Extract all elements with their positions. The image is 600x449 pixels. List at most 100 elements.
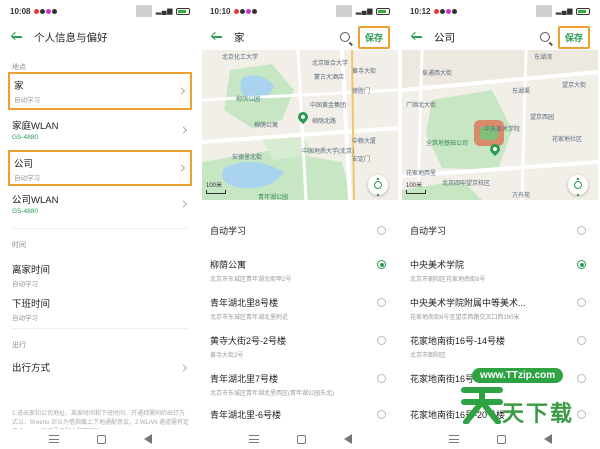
map-label: 北京化工大学 <box>222 55 259 61</box>
radio-icon[interactable] <box>377 226 386 235</box>
map-label: 蒙古大酒店 <box>314 75 345 81</box>
search-icon[interactable] <box>539 32 550 42</box>
radio-icon[interactable] <box>377 374 386 383</box>
signal-icon: ▂▄▆ <box>555 8 573 15</box>
poi-name: 青年湖北里-6号楼 <box>210 410 282 420</box>
off-work-row[interactable]: 下班时间 自动学习 <box>8 292 192 322</box>
home-location-panel: 10:10 ▂▄▆ 家 保存 北京化工大学 北京联合大学 黄寺大街 柳荫公园 德… <box>202 0 398 449</box>
system-nav-bar <box>202 429 398 449</box>
poi-address: 花家地南街8号至望京西路交叉口西190米 <box>410 315 520 321</box>
back-arrow-icon[interactable] <box>410 30 424 44</box>
radio-icon[interactable] <box>577 336 586 345</box>
home-setting-row[interactable]: 家 自动学习 <box>8 72 192 110</box>
header: 家 保存 <box>202 24 398 50</box>
watermark-url: www.TTzip.com <box>472 368 564 383</box>
auto-learn-label: 自动学习 <box>210 226 247 236</box>
off-work-sub: 自动学习 <box>12 315 38 322</box>
blurred-area <box>135 5 152 17</box>
work-setting-row[interactable]: 公司 自动学习 <box>8 150 192 186</box>
map-label: 东湖渠 <box>512 89 531 95</box>
radio-icon[interactable] <box>377 336 386 345</box>
map-label: 望京大街 <box>562 83 587 89</box>
page-title: 公司 <box>434 31 455 44</box>
poi-address: 北京市朝阳区花家地南街8号 <box>410 277 486 283</box>
status-bar: 10:08 ▂▄▆ <box>2 0 198 22</box>
home-icon[interactable] <box>96 434 106 444</box>
watermark-logo-icon <box>461 387 503 424</box>
off-work-label: 下班时间 <box>12 299 51 310</box>
notification-icons <box>34 7 58 16</box>
signal-icon: ▂▄▆ <box>155 8 173 15</box>
back-icon[interactable] <box>343 434 352 444</box>
notification-icons <box>234 7 258 16</box>
status-bar: 10:12 ▂▄▆ <box>402 0 598 22</box>
battery-icon <box>376 7 390 15</box>
map-label: 东湖湾 <box>534 55 553 61</box>
radio-icon[interactable] <box>577 226 586 235</box>
radio-selected-icon[interactable] <box>577 260 586 269</box>
work-wlan-row[interactable]: 公司WLAN GS-4880 <box>8 188 192 220</box>
status-bar: 10:10 ▂▄▆ <box>202 0 398 22</box>
menu-icon[interactable] <box>448 435 459 443</box>
locate-icon[interactable] <box>568 175 588 196</box>
search-icon[interactable] <box>339 32 350 42</box>
poi-name: 黄寺大街2号-2号楼 <box>210 336 287 346</box>
section-label-place: 地点 <box>12 64 26 71</box>
map-label: 花家地西里 <box>406 171 437 177</box>
map-label: 青年湖公园 <box>258 195 289 200</box>
travel-mode-label: 出行方式 <box>12 363 51 374</box>
poi-list-item[interactable]: 青年湖北里-6号楼 <box>210 408 390 421</box>
map-label: 阜通西大街 <box>422 71 453 77</box>
poi-list-item[interactable]: 黄寺大街2号-2号楼 黄寺大街2号 <box>210 334 390 359</box>
map-view[interactable]: 北京化工大学 北京联合大学 黄寺大街 柳荫公园 德胜门 蒙古大酒店 中国黄金集团… <box>202 50 398 200</box>
back-icon[interactable] <box>143 434 152 444</box>
divider <box>12 228 188 229</box>
battery-icon <box>176 7 190 15</box>
save-button[interactable]: 保存 <box>357 25 390 49</box>
poi-name: 中央美术学院 <box>410 260 465 270</box>
map-view[interactable]: 阜通西大街 东湖湾 望京大街 广顺北大街 中央美术学院 东湖渠 望京西园 花家地… <box>402 50 598 200</box>
map-label: 柳荫北路 <box>312 119 337 125</box>
work-sub: 自动学习 <box>14 175 40 182</box>
status-time: 10:10 <box>210 6 231 16</box>
status-time: 10:08 <box>10 6 31 16</box>
watermark: www.TTzip.com 天下载 <box>460 360 600 449</box>
radio-icon[interactable] <box>377 410 386 419</box>
poi-list-item[interactable]: 花家地南街16号-14号楼 北京市朝阳区 <box>410 334 590 359</box>
map-label: 广顺北大街 <box>406 103 437 109</box>
save-button[interactable]: 保存 <box>557 25 590 49</box>
poi-name: 中央美术学院附属中等美术... <box>410 298 526 308</box>
radio-icon[interactable] <box>577 298 586 307</box>
map-scale: 100米 <box>206 180 226 194</box>
page-title: 家 <box>234 31 245 44</box>
map-label: 黄寺大街 <box>352 69 377 75</box>
menu-icon[interactable] <box>248 435 259 443</box>
poi-list-item[interactable]: 青年湖北里8号楼 北京市东城区青年湖北里附近 <box>210 296 390 321</box>
radio-selected-icon[interactable] <box>377 260 386 269</box>
home-wlan-sub: GS-4880 <box>12 134 39 141</box>
locate-icon[interactable] <box>368 175 388 196</box>
home-wlan-row[interactable]: 家庭WLAN GS-4880 <box>8 114 192 146</box>
radio-icon[interactable] <box>377 298 386 307</box>
poi-name: 柳荫公寓 <box>210 260 247 270</box>
home-sub: 自动学习 <box>14 97 40 104</box>
back-arrow-icon[interactable] <box>10 30 24 44</box>
poi-list-item[interactable]: 中央美术学院 北京市朝阳区花家地南街8号 <box>410 258 590 283</box>
travel-mode-row[interactable]: 出行方式 <box>8 356 192 380</box>
poi-list-item[interactable]: 柳荫公寓 北京市东城区青年湖北街甲2号 <box>210 258 390 283</box>
leave-home-sub: 自动学习 <box>12 281 38 288</box>
poi-list-item[interactable]: 青年湖北里7号楼 北京市东城区青年湖北里西区(青年湖公园东北) <box>210 372 390 397</box>
poi-address: 北京市东城区青年湖北街甲2号 <box>210 277 292 283</box>
auto-learn-row[interactable]: 自动学习 <box>210 224 390 237</box>
work-label: 公司 <box>14 159 34 170</box>
poi-name: 青年湖北里7号楼 <box>210 374 279 384</box>
back-arrow-icon[interactable] <box>210 30 224 44</box>
home-icon[interactable] <box>296 434 306 444</box>
map-label: 安德里北街 <box>232 155 263 161</box>
menu-icon[interactable] <box>48 435 59 443</box>
auto-learn-row[interactable]: 自动学习 <box>410 224 590 237</box>
poi-list-item[interactable]: 中央美术学院附属中等美术... 花家地南街8号至望京西路交叉口西190米 <box>410 296 590 321</box>
map-label: 全筑地基础公司 <box>426 141 469 147</box>
leave-home-row[interactable]: 离家时间 自动学习 <box>8 258 192 288</box>
poi-address: 黄寺大街2号 <box>210 353 244 359</box>
